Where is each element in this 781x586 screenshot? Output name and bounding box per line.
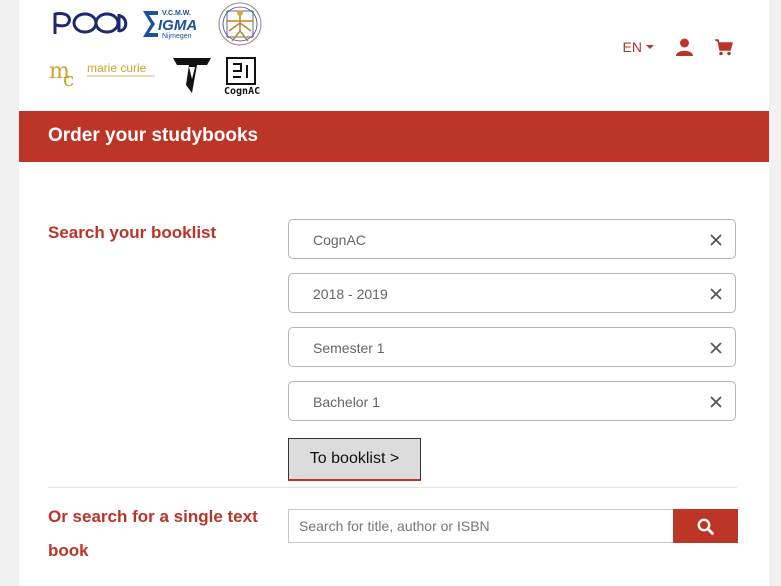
clear-icon[interactable] (710, 396, 722, 408)
cart-icon[interactable] (715, 38, 733, 56)
user-icon[interactable] (676, 38, 693, 56)
page: V.C.M.W. IGMA Nijmegen m c marie curie C… (19, 0, 769, 586)
clear-icon[interactable] (710, 234, 722, 246)
svg-text:marie curie: marie curie (87, 61, 147, 75)
program-value: Bachelor 1 (313, 394, 380, 410)
year-value: 2018 - 2019 (313, 286, 388, 302)
svg-text:Nijmegen: Nijmegen (162, 33, 192, 40)
association-select[interactable]: CognAC (288, 219, 736, 259)
svg-text:IGMA: IGMA (158, 17, 197, 34)
t-logo[interactable] (170, 55, 214, 95)
language-selector[interactable]: EN (623, 39, 654, 55)
clear-icon[interactable] (710, 342, 722, 354)
header-actions: EN (623, 38, 733, 56)
to-booklist-button[interactable]: To booklist > (288, 438, 421, 481)
sigma-logo[interactable]: V.C.M.W. IGMA Nijmegen (141, 8, 209, 40)
page-title: Order your studybooks (48, 125, 259, 146)
semester-select[interactable]: Semester 1 (288, 327, 736, 367)
search-icon (697, 518, 714, 535)
program-select[interactable]: Bachelor 1 (288, 381, 736, 421)
desda-logo[interactable] (51, 8, 131, 38)
svg-text:c: c (63, 67, 74, 90)
booklist-label: Search your booklist (48, 223, 217, 242)
year-select[interactable]: 2018 - 2019 (288, 273, 736, 313)
search-input[interactable] (288, 509, 673, 543)
divider (48, 487, 737, 488)
vitruvian-logo[interactable] (217, 1, 263, 47)
cognac-logo[interactable]: CognAC (221, 55, 265, 97)
marie-curie-logo[interactable]: m c marie curie (49, 58, 157, 90)
search-button[interactable] (673, 509, 738, 543)
clear-icon[interactable] (710, 288, 722, 300)
language-label: EN (622, 39, 642, 55)
svg-text:V.C.M.W.: V.C.M.W. (162, 10, 191, 17)
single-search-label: Or search for a single text book (48, 507, 258, 560)
association-value: CognAC (313, 232, 366, 248)
caret-down-icon (646, 45, 654, 49)
svg-text:CognAC: CognAC (224, 86, 260, 97)
semester-value: Semester 1 (313, 340, 385, 356)
title-bar: Order your studybooks (19, 111, 769, 162)
